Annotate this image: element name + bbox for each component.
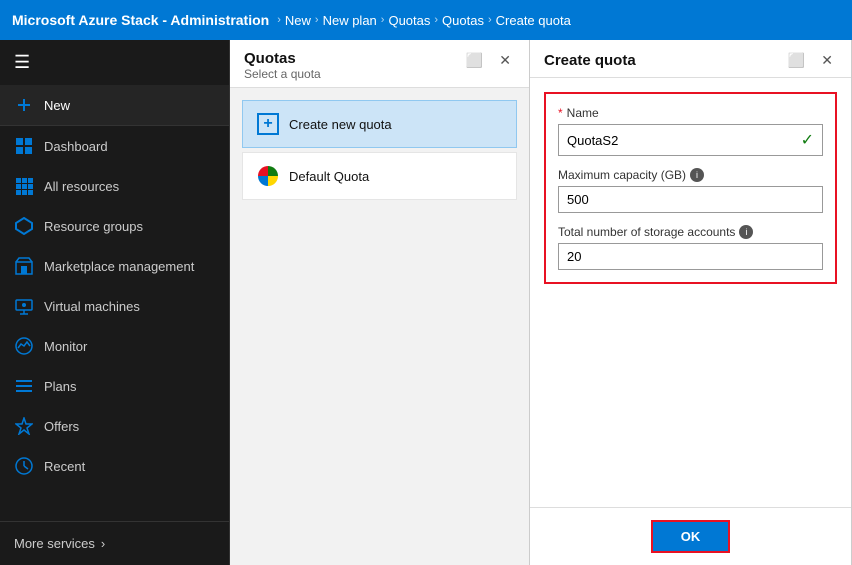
resource-groups-icon xyxy=(14,216,34,236)
sidebar-item-resource-groups[interactable]: Resource groups xyxy=(0,206,229,246)
sidebar-item-virtual-machines[interactable]: Virtual machines xyxy=(0,286,229,326)
new-plus-icon xyxy=(14,95,34,115)
create-quota-footer: OK xyxy=(530,507,851,565)
create-quota-title: Create quota xyxy=(544,52,636,69)
max-capacity-info-icon[interactable]: i xyxy=(690,168,704,182)
sidebar-resource-groups-label: Resource groups xyxy=(44,219,143,234)
total-accounts-input[interactable] xyxy=(567,249,814,264)
quotas-panel-subtitle: Select a quota xyxy=(244,67,321,81)
create-new-quota-icon: + xyxy=(257,113,279,135)
sidebar: ☰ New Dashboard xyxy=(0,40,230,565)
more-services[interactable]: More services › xyxy=(0,521,229,565)
quotas-panel: Quotas Select a quota ⬜ ✕ + Create new q… xyxy=(230,40,530,565)
recent-icon xyxy=(14,456,34,476)
name-form-group: * Name ✓ xyxy=(558,106,823,156)
max-capacity-form-group: Maximum capacity (GB) i xyxy=(558,168,823,213)
quotas-panel-maximize[interactable]: ⬜ xyxy=(462,50,487,71)
monitor-icon xyxy=(14,336,34,356)
create-quota-maximize[interactable]: ⬜ xyxy=(784,50,809,71)
marketplace-icon xyxy=(14,256,34,276)
total-accounts-form-group: Total number of storage accounts i xyxy=(558,225,823,270)
sidebar-plans-label: Plans xyxy=(44,379,77,394)
name-input-wrapper: ✓ xyxy=(558,124,823,156)
sidebar-monitor-label: Monitor xyxy=(44,339,87,354)
max-capacity-label-text: Maximum capacity (GB) xyxy=(558,168,686,182)
main-layout: ☰ New Dashboard xyxy=(0,40,852,565)
create-new-quota-label: Create new quota xyxy=(289,117,392,132)
all-resources-icon xyxy=(14,176,34,196)
plans-icon xyxy=(14,376,34,396)
sidebar-all-resources-label: All resources xyxy=(44,179,119,194)
top-bar: Microsoft Azure Stack - Administration ›… xyxy=(0,0,852,40)
max-capacity-label: Maximum capacity (GB) i xyxy=(558,168,823,182)
form-section: * Name ✓ Maximum capacity (GB) i xyxy=(544,92,837,284)
sidebar-item-dashboard[interactable]: Dashboard xyxy=(0,126,229,166)
breadcrumb-quotas1: Quotas xyxy=(388,13,430,28)
sidebar-vms-label: Virtual machines xyxy=(44,299,140,314)
default-quota-icon xyxy=(257,165,279,187)
max-capacity-input-wrapper xyxy=(558,186,823,213)
quotas-panel-header: Quotas Select a quota ⬜ ✕ xyxy=(230,40,529,88)
total-accounts-label: Total number of storage accounts i xyxy=(558,225,823,239)
more-services-label: More services xyxy=(14,536,95,551)
sidebar-offers-label: Offers xyxy=(44,419,79,434)
breadcrumb-newplan: New plan xyxy=(323,13,377,28)
max-capacity-input[interactable] xyxy=(567,192,814,207)
sidebar-item-all-resources[interactable]: All resources xyxy=(0,166,229,206)
total-accounts-input-wrapper xyxy=(558,243,823,270)
sidebar-item-recent[interactable]: Recent xyxy=(0,446,229,486)
ok-button[interactable]: OK xyxy=(651,520,731,553)
virtual-machines-icon xyxy=(14,296,34,316)
app-title: Microsoft Azure Stack - Administration xyxy=(12,12,269,28)
default-quota-item[interactable]: Default Quota xyxy=(242,152,517,200)
name-label-text: Name xyxy=(567,106,599,120)
sidebar-recent-label: Recent xyxy=(44,459,85,474)
name-label: * Name xyxy=(558,106,823,120)
create-quota-body: * Name ✓ Maximum capacity (GB) i xyxy=(530,78,851,298)
total-accounts-label-text: Total number of storage accounts xyxy=(558,225,735,239)
sidebar-item-monitor[interactable]: Monitor xyxy=(0,326,229,366)
chevron-right-icon: › xyxy=(101,536,105,551)
sidebar-dashboard-label: Dashboard xyxy=(44,139,108,154)
dashboard-icon xyxy=(14,136,34,156)
offers-icon xyxy=(14,416,34,436)
check-icon: ✓ xyxy=(801,130,814,150)
sidebar-new-label: New xyxy=(44,98,70,113)
hamburger-icon: ☰ xyxy=(14,52,30,72)
quotas-panel-title: Quotas xyxy=(244,50,321,67)
sidebar-item-marketplace[interactable]: Marketplace management xyxy=(0,246,229,286)
sidebar-item-plans[interactable]: Plans xyxy=(0,366,229,406)
sidebar-item-offers[interactable]: Offers xyxy=(0,406,229,446)
create-quota-close[interactable]: ✕ xyxy=(817,50,837,71)
required-star: * xyxy=(558,106,563,120)
name-input[interactable] xyxy=(567,133,801,148)
breadcrumb-quotas2: Quotas xyxy=(442,13,484,28)
total-accounts-info-icon[interactable]: i xyxy=(739,225,753,239)
create-new-quota-button[interactable]: + Create new quota xyxy=(242,100,517,148)
breadcrumb: › New › New plan › Quotas › Quotas › Cre… xyxy=(277,13,571,28)
quotas-panel-body: + Create new quota Default Quota xyxy=(230,88,529,212)
create-quota-panel: Create quota ⬜ ✕ * Name xyxy=(530,40,852,565)
sidebar-item-new[interactable]: New xyxy=(0,85,229,126)
breadcrumb-new: New xyxy=(285,13,311,28)
create-quota-panel-header: Create quota ⬜ ✕ xyxy=(530,40,851,78)
menu-button[interactable]: ☰ xyxy=(0,40,229,85)
default-quota-label: Default Quota xyxy=(289,169,369,184)
quotas-panel-close[interactable]: ✕ xyxy=(495,50,515,71)
sidebar-marketplace-label: Marketplace management xyxy=(44,259,194,274)
breadcrumb-createquota: Create quota xyxy=(496,13,571,28)
content-area: Quotas Select a quota ⬜ ✕ + Create new q… xyxy=(230,40,852,565)
